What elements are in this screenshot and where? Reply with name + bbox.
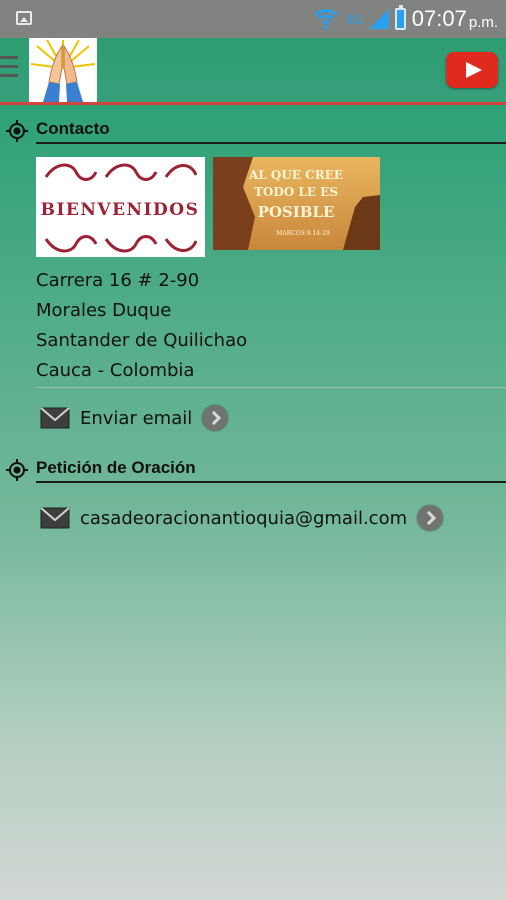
svg-text:MARCOS 9.14-29: MARCOS 9.14-29 (276, 230, 330, 237)
clock-ampm: p.m. (468, 13, 498, 31)
signal-icon (368, 9, 389, 29)
prayer-email-label: casadeoracionantioquia@gmail.com (80, 507, 408, 529)
locate-icon (6, 120, 28, 142)
menu-icon[interactable] (0, 56, 18, 82)
network-type: 3G (345, 11, 363, 27)
contact-section-rule (36, 142, 506, 144)
prayer-email-row[interactable]: casadeoracionantioquia@gmail.com (40, 505, 444, 531)
svg-text:AL QUE CREE: AL QUE CREE (248, 168, 343, 182)
prayer-section-title: Petición de Oración (36, 458, 196, 477)
svg-text:TODO LE ES: TODO LE ES (254, 185, 338, 199)
bienvenidos-text: BIENVENIDOS (41, 200, 200, 220)
battery-icon (394, 5, 406, 30)
send-email-label: Enviar email (80, 407, 193, 429)
app-bar-accent-line (0, 102, 506, 105)
address-line-1: Carrera 16 # 2-90 (36, 270, 200, 291)
envelope-icon (40, 407, 70, 429)
chevron-right-icon (417, 505, 444, 531)
address-line-3: Santander de Quilichao (36, 330, 248, 351)
praying-hands-logo[interactable] (29, 38, 97, 102)
wifi-icon (314, 9, 339, 29)
chevron-right-icon (202, 405, 229, 431)
status-bar: 3G 07:07 p.m. (0, 0, 506, 38)
contact-section-title: Contacto (36, 119, 110, 138)
bienvenidos-image[interactable]: BIENVENIDOS (36, 157, 205, 257)
envelope-icon (40, 507, 70, 529)
address-line-4: Cauca - Colombia (36, 360, 195, 381)
youtube-button[interactable] (446, 52, 498, 88)
clock-time: 07:07 (411, 6, 467, 31)
svg-text:POSIBLE: POSIBLE (258, 203, 335, 221)
prayer-section-rule (36, 481, 506, 483)
verse-image[interactable]: AL QUE CREE TODO LE ES POSIBLE MARCOS 9.… (213, 157, 380, 250)
send-email-row[interactable]: Enviar email (40, 405, 229, 431)
locate-icon (6, 459, 28, 481)
address-divider (36, 387, 506, 388)
address-line-2: Morales Duque (36, 300, 172, 321)
gallery-notification-icon (16, 11, 32, 25)
